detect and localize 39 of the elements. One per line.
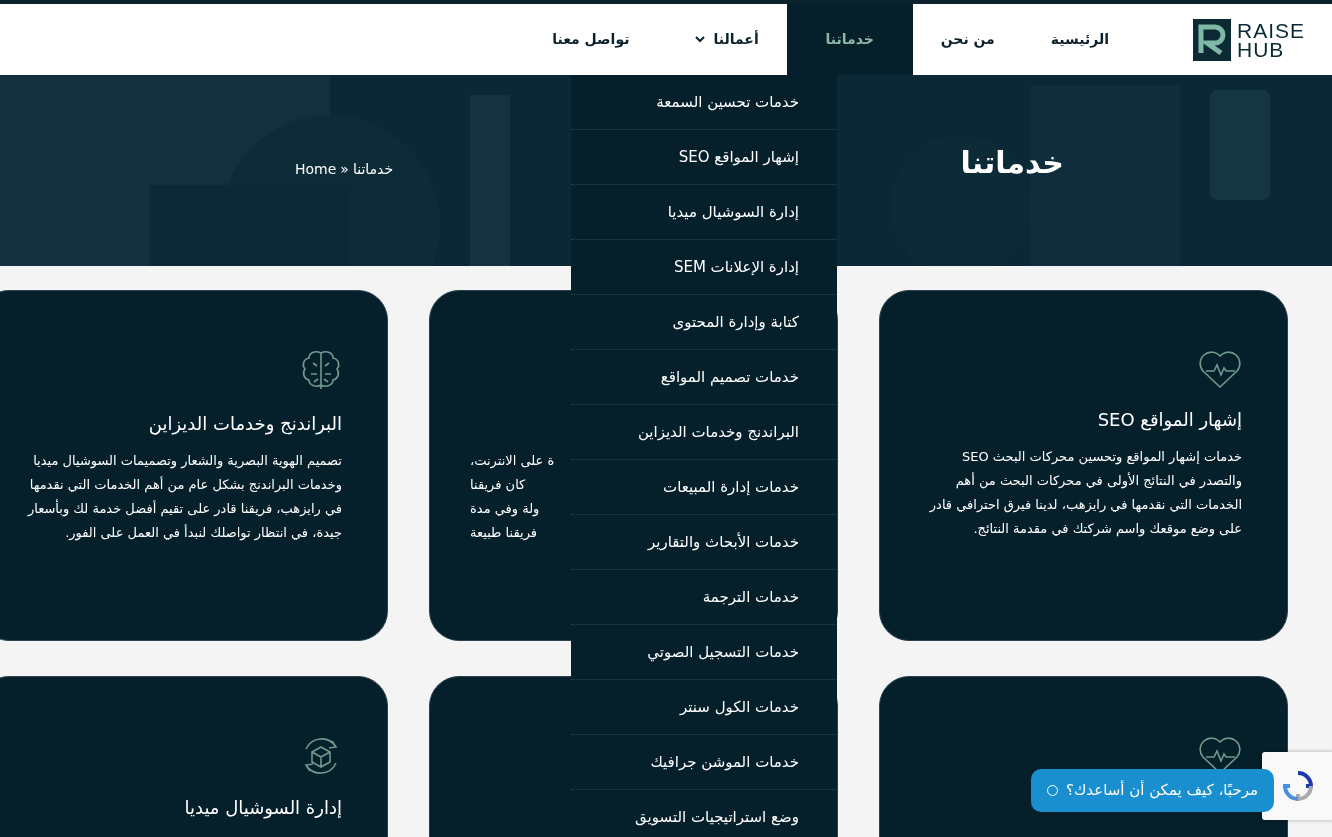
menu-item[interactable]: البراندنج وخدمات الديزاين: [571, 405, 837, 460]
card-description: كان فريقنا: [470, 476, 527, 494]
nav-link[interactable]: من نحن: [912, 4, 1023, 75]
page-title: خدماتنا: [960, 145, 1064, 181]
card-description: فريقنا طبيعة: [470, 524, 539, 543]
card-title: إشهار المواقع SEO: [1097, 409, 1242, 431]
menu-item[interactable]: خدمات التسجيل الصوتي: [571, 625, 837, 680]
nav-link[interactable]: الرئيسية: [1022, 4, 1137, 75]
chevron-down-icon: [695, 36, 706, 43]
recaptcha-icon: [1281, 769, 1315, 803]
logo-text: HUB: [1236, 39, 1285, 59]
card-description: خدمات إشهار المواقع وتحسين محركات البحث SEO والتصدر في النتائج الأولى في محركات البحث من أهم الخدمات التي نقدمها في رايزهب، لدينا فيرق احترافي قادر على وضع موقعك واسم شركتك في مقدمة النتائج.: [928, 447, 1242, 539]
menu-item[interactable]: وضع استراتيجيات التسويق: [571, 790, 837, 837]
menu-item[interactable]: إدارة الإعلانات SEM: [571, 240, 837, 295]
card-title: البراندنج وخدمات الديزاين: [148, 413, 342, 435]
menu-item[interactable]: خدمات إدارة المبيعات: [571, 460, 837, 515]
nav-link[interactable]: تواصل معنا: [524, 4, 658, 75]
card-description: ة على الانترنت،: [470, 452, 555, 471]
menu-item[interactable]: إشهار المواقع SEO: [571, 130, 837, 185]
menu-item[interactable]: خدمات تحسين السمعة: [571, 75, 837, 130]
nav-link[interactable]: أعمالنا: [657, 4, 787, 75]
menu-item[interactable]: خدمات تصميم المواقع: [571, 350, 837, 405]
card-description: ولة وفي مدة: [470, 500, 541, 519]
menu-item[interactable]: خدمات الكول سنتر: [571, 680, 837, 735]
menu-item[interactable]: خدمات الأبحاث والتقارير: [571, 515, 837, 570]
menu-item[interactable]: خدمات الترجمة: [571, 570, 837, 625]
breadcrumb-link[interactable]: Home: [295, 159, 337, 180]
card-description: تصميم الهوية البصرية والشعار وتصميمات السوشيال ميديا وخدمات البراندنج بشكل عام من أهم الخدمات التي نقدمها في رايزهب، فريقنا قادر على تقيم أفضل خدمة لك وبأسعار جيدة، في انتظار تواصلك لنبدأ في العمل على الفور.: [26, 451, 342, 543]
chat-button[interactable]: مرحبًا، كيف يمكن أن أساعدك؟: [1031, 769, 1274, 812]
logo-text: RAISE: [1236, 20, 1305, 40]
nav-link[interactable]: خدماتنا: [786, 4, 913, 75]
card-title: إدارة السوشيال ميديا: [184, 797, 342, 819]
logo-icon: [1192, 18, 1231, 61]
breadcrumb-current: خدماتنا: [352, 160, 394, 179]
heart-pulse-icon: [1198, 349, 1242, 389]
menu-item[interactable]: خدمات الموشن جرافيك: [571, 735, 837, 790]
menu-item[interactable]: إدارة السوشيال ميديا: [571, 185, 837, 240]
menu-item[interactable]: كتابة وإدارة المحتوى: [571, 295, 837, 350]
breadcrumb-separator: »: [340, 160, 349, 179]
